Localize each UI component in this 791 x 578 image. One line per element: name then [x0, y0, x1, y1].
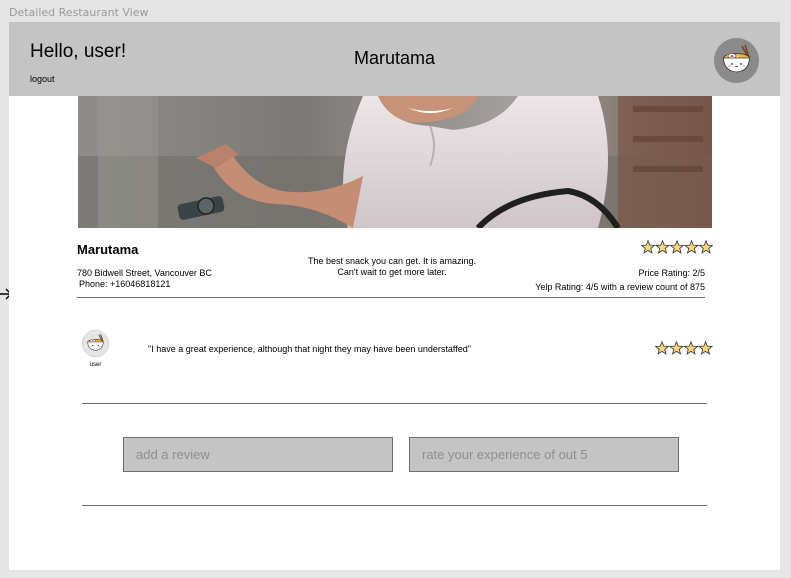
description-line-1: The best snack you can get. It is amazin… — [307, 256, 477, 266]
star-icon — [654, 239, 671, 254]
star-icon — [668, 340, 685, 355]
header-bar: Hello, user! logout Marutama — [9, 22, 780, 96]
description-line-2: Can't wait to get more later. — [337, 267, 447, 277]
ramen-bowl-icon — [723, 44, 750, 73]
restaurant-name: Marutama — [77, 242, 139, 257]
review-username: user — [89, 362, 102, 368]
divider — [82, 403, 707, 404]
restaurant-phone: Phone: +16046818121 — [79, 279, 171, 289]
logout-link[interactable]: logout — [30, 74, 55, 84]
restaurant-view-frame: Hello, user! logout Marutama Marutama 78… — [9, 22, 780, 570]
star-icon — [669, 239, 685, 254]
frame-label: Detailed Restaurant View — [9, 6, 149, 19]
user-avatar[interactable] — [714, 38, 759, 83]
yelp-rating: Yelp Rating: 4/5 with a review count of … — [535, 282, 705, 292]
price-rating: Price Rating: 2/5 — [638, 268, 705, 278]
divider — [82, 505, 707, 506]
rating-input[interactable] — [409, 437, 679, 472]
star-icon — [683, 340, 699, 355]
review-avatar — [82, 330, 109, 357]
star-icon — [641, 239, 656, 254]
hero-image — [78, 96, 712, 228]
star-icon — [655, 340, 670, 355]
review-input[interactable] — [123, 437, 393, 472]
review-text: "I have a great experience, although tha… — [148, 344, 471, 354]
page-title: Marutama — [353, 48, 436, 68]
star-icon — [683, 239, 700, 254]
divider — [77, 297, 705, 298]
review-star-rating — [655, 340, 713, 355]
star-icon — [698, 239, 713, 254]
restaurant-star-rating — [641, 239, 713, 254]
star-icon — [697, 340, 713, 355]
restaurant-address: 780 Bidwell Street, Vancouver BC — [77, 268, 212, 278]
ramen-bowl-icon — [82, 330, 109, 357]
restaurant-hero-photo — [78, 96, 712, 228]
restaurant-description: The best snack you can get. It is amazin… — [292, 256, 492, 278]
